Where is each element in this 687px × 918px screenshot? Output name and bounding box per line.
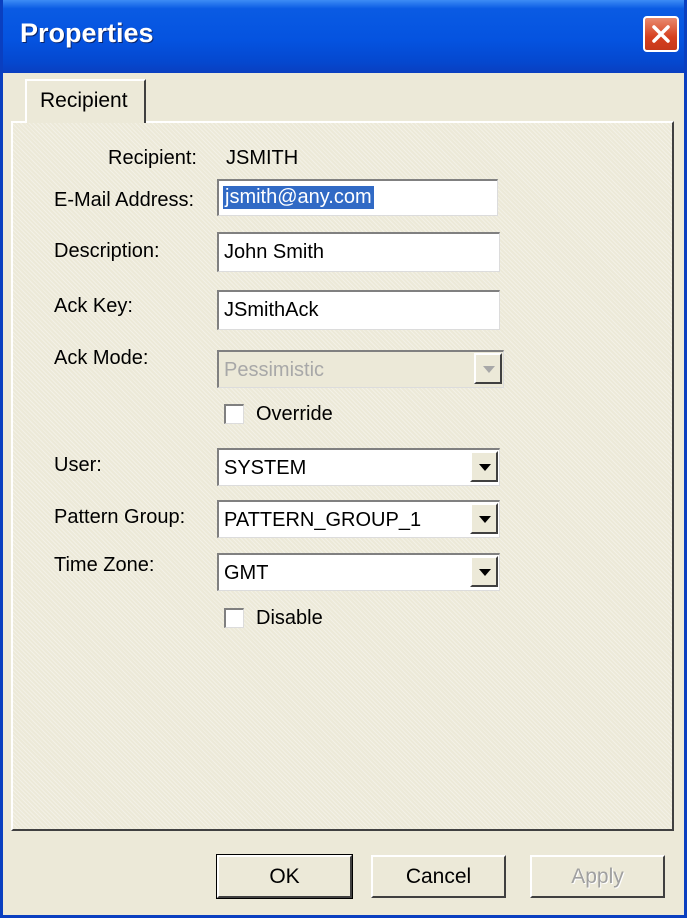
ack-mode-dropdown-button — [474, 353, 502, 384]
email-field[interactable]: jsmith@any.com — [217, 179, 498, 216]
ack-mode-select: Pessimistic — [217, 350, 504, 388]
chevron-down-icon — [479, 569, 491, 576]
user-value: SYSTEM — [224, 457, 307, 479]
pattern-group-value: PATTERN_GROUP_1 — [224, 509, 422, 531]
time-zone-value: GMT — [224, 562, 269, 584]
ack-key-value: JSmithAck — [224, 299, 319, 321]
time-zone-dropdown-button[interactable] — [470, 556, 498, 587]
disable-label: Disable — [256, 607, 323, 629]
recipient-label: Recipient: — [108, 147, 197, 169]
close-icon — [652, 25, 670, 43]
ok-button[interactable]: OK — [216, 854, 353, 899]
chevron-down-icon — [479, 516, 491, 523]
tab-recipient[interactable]: Recipient — [25, 79, 146, 123]
tab-recipient-label: Recipient — [40, 89, 128, 112]
pattern-group-dropdown-button[interactable] — [470, 503, 498, 534]
description-label: Description: — [54, 240, 160, 262]
time-zone-label: Time Zone: — [54, 554, 155, 576]
user-dropdown-button[interactable] — [470, 451, 498, 482]
time-zone-select[interactable]: GMT — [217, 553, 500, 591]
pattern-group-select[interactable]: PATTERN_GROUP_1 — [217, 500, 500, 538]
pattern-group-label: Pattern Group: — [54, 506, 186, 528]
window-title: Properties — [20, 18, 154, 48]
ack-mode-label: Ack Mode: — [54, 347, 149, 369]
email-value: jsmith@any.com — [223, 186, 374, 209]
title-bar[interactable]: Properties — [3, 0, 684, 73]
ack-key-field[interactable]: JSmithAck — [217, 290, 500, 330]
disable-checkbox[interactable] — [224, 608, 244, 628]
recipient-value: JSMITH — [226, 147, 299, 169]
apply-button: Apply — [530, 855, 665, 898]
description-value: John Smith — [224, 241, 325, 263]
ack-mode-value: Pessimistic — [224, 359, 325, 381]
ack-key-label: Ack Key: — [54, 295, 133, 317]
override-label: Override — [256, 403, 333, 425]
chevron-down-icon — [479, 464, 491, 471]
chevron-down-icon — [483, 366, 495, 373]
close-button[interactable] — [643, 16, 679, 52]
override-checkbox[interactable] — [224, 404, 244, 424]
cancel-button[interactable]: Cancel — [371, 855, 506, 898]
email-label: E-Mail Address: — [54, 189, 195, 211]
user-select[interactable]: SYSTEM — [217, 448, 500, 486]
user-label: User: — [54, 454, 102, 476]
description-field[interactable]: John Smith — [217, 232, 500, 272]
